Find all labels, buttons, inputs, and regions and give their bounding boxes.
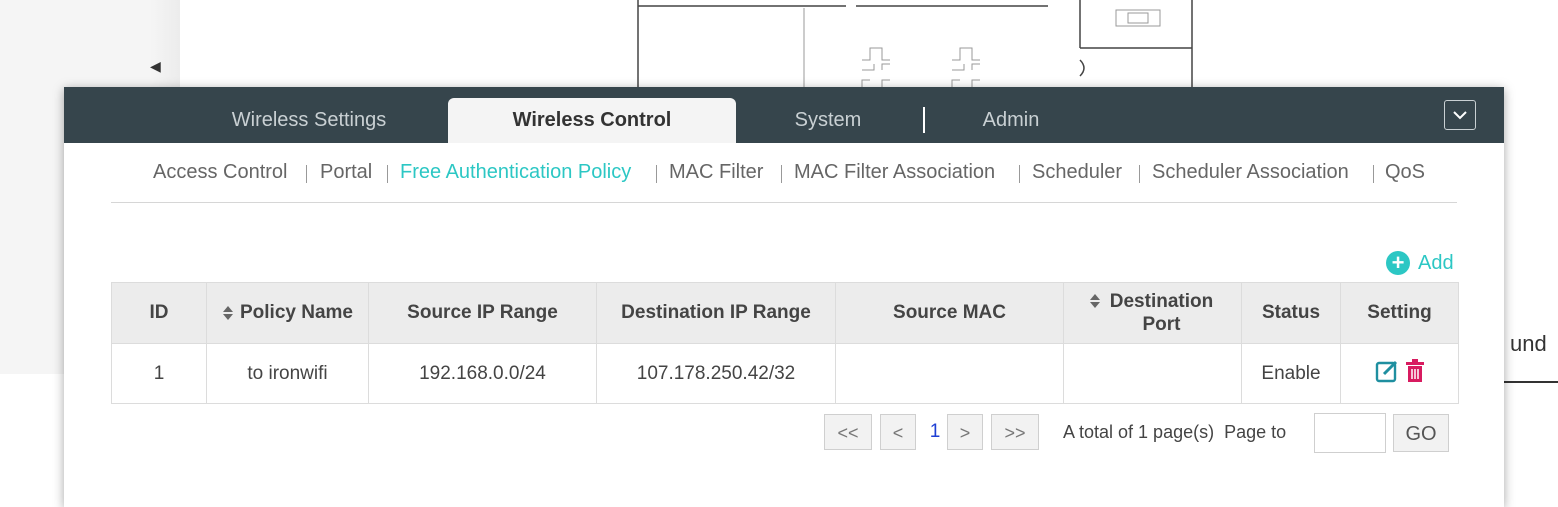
cell-status: Enable <box>1241 343 1341 404</box>
page-number-input[interactable] <box>1314 413 1386 453</box>
tab-system[interactable]: System <box>768 98 888 143</box>
collapse-dialog-button[interactable] <box>1444 100 1476 130</box>
tab-divider <box>923 107 925 133</box>
subnav-scheduler[interactable]: Scheduler <box>1032 161 1122 184</box>
column-header-setting: Setting <box>1340 282 1459 344</box>
go-button[interactable]: GO <box>1393 414 1449 452</box>
floor-plan-map <box>637 0 1193 90</box>
column-header-source-mac: Source MAC <box>835 282 1064 344</box>
edit-icon[interactable] <box>1375 359 1399 383</box>
table-header-row: ID Policy Name Source IP Range Destinati… <box>111 282 1459 344</box>
prev-page-button[interactable]: < <box>880 414 916 450</box>
cell-setting <box>1340 343 1459 404</box>
table-row: 1 to ironwifi 192.168.0.0/24 107.178.250… <box>111 343 1459 404</box>
cell-destination-port <box>1063 343 1242 404</box>
wireless-control-dialog: Wireless Settings Wireless Control Syste… <box>64 87 1504 507</box>
add-label: Add <box>1418 251 1454 274</box>
sub-navigation: Access Control Portal Free Authenticatio… <box>64 157 1504 189</box>
chevron-down-icon <box>1453 111 1467 120</box>
cell-destination-ip-range: 107.178.250.42/32 <box>596 343 836 404</box>
subnav-mac-filter[interactable]: MAC Filter <box>669 161 763 184</box>
sort-icon <box>223 305 233 320</box>
cell-source-ip-range: 192.168.0.0/24 <box>368 343 597 404</box>
add-button[interactable]: + Add <box>1386 250 1454 276</box>
column-header-source-ip-range: Source IP Range <box>368 282 597 344</box>
column-header-status: Status <box>1241 282 1341 344</box>
main-tab-bar: Wireless Settings Wireless Control Syste… <box>64 87 1504 143</box>
current-page[interactable]: 1 <box>928 414 942 450</box>
free-auth-policy-table: ID Policy Name Source IP Range Destinati… <box>111 282 1459 404</box>
column-header-destination-ip-range: Destination IP Range <box>596 282 836 344</box>
cell-id: 1 <box>111 343 207 404</box>
last-page-button[interactable]: >> <box>991 414 1039 450</box>
subnav-divider <box>111 202 1457 203</box>
cell-source-mac <box>835 343 1064 404</box>
plus-icon: + <box>1386 251 1410 275</box>
column-header-id: ID <box>111 282 207 344</box>
delete-icon[interactable] <box>1405 358 1425 383</box>
subnav-free-authentication-policy[interactable]: Free Authentication Policy <box>400 161 631 184</box>
tab-admin[interactable]: Admin <box>954 98 1068 143</box>
first-page-button[interactable]: << <box>824 414 872 450</box>
column-header-policy-name[interactable]: Policy Name <box>206 282 369 344</box>
subnav-mac-filter-association[interactable]: MAC Filter Association <box>794 161 995 184</box>
subnav-scheduler-association[interactable]: Scheduler Association <box>1152 161 1349 184</box>
subnav-access-control[interactable]: Access Control <box>153 161 288 184</box>
subnav-qos[interactable]: QoS <box>1385 161 1425 184</box>
next-page-button[interactable]: > <box>947 414 983 450</box>
sidebar-collapse-icon[interactable]: ◀ <box>150 58 161 75</box>
tab-wireless-control[interactable]: Wireless Control <box>448 98 736 143</box>
background-text: und <box>1510 331 1547 356</box>
cell-policy-name: to ironwifi <box>206 343 369 404</box>
background-divider <box>1502 381 1558 383</box>
page-total-text: A total of 1 page(s) Page to <box>1063 422 1287 442</box>
column-header-destination-port[interactable]: Destination Port <box>1063 282 1242 344</box>
subnav-portal[interactable]: Portal <box>320 161 372 184</box>
tab-wireless-settings[interactable]: Wireless Settings <box>204 98 414 143</box>
sort-icon <box>1089 294 1100 308</box>
